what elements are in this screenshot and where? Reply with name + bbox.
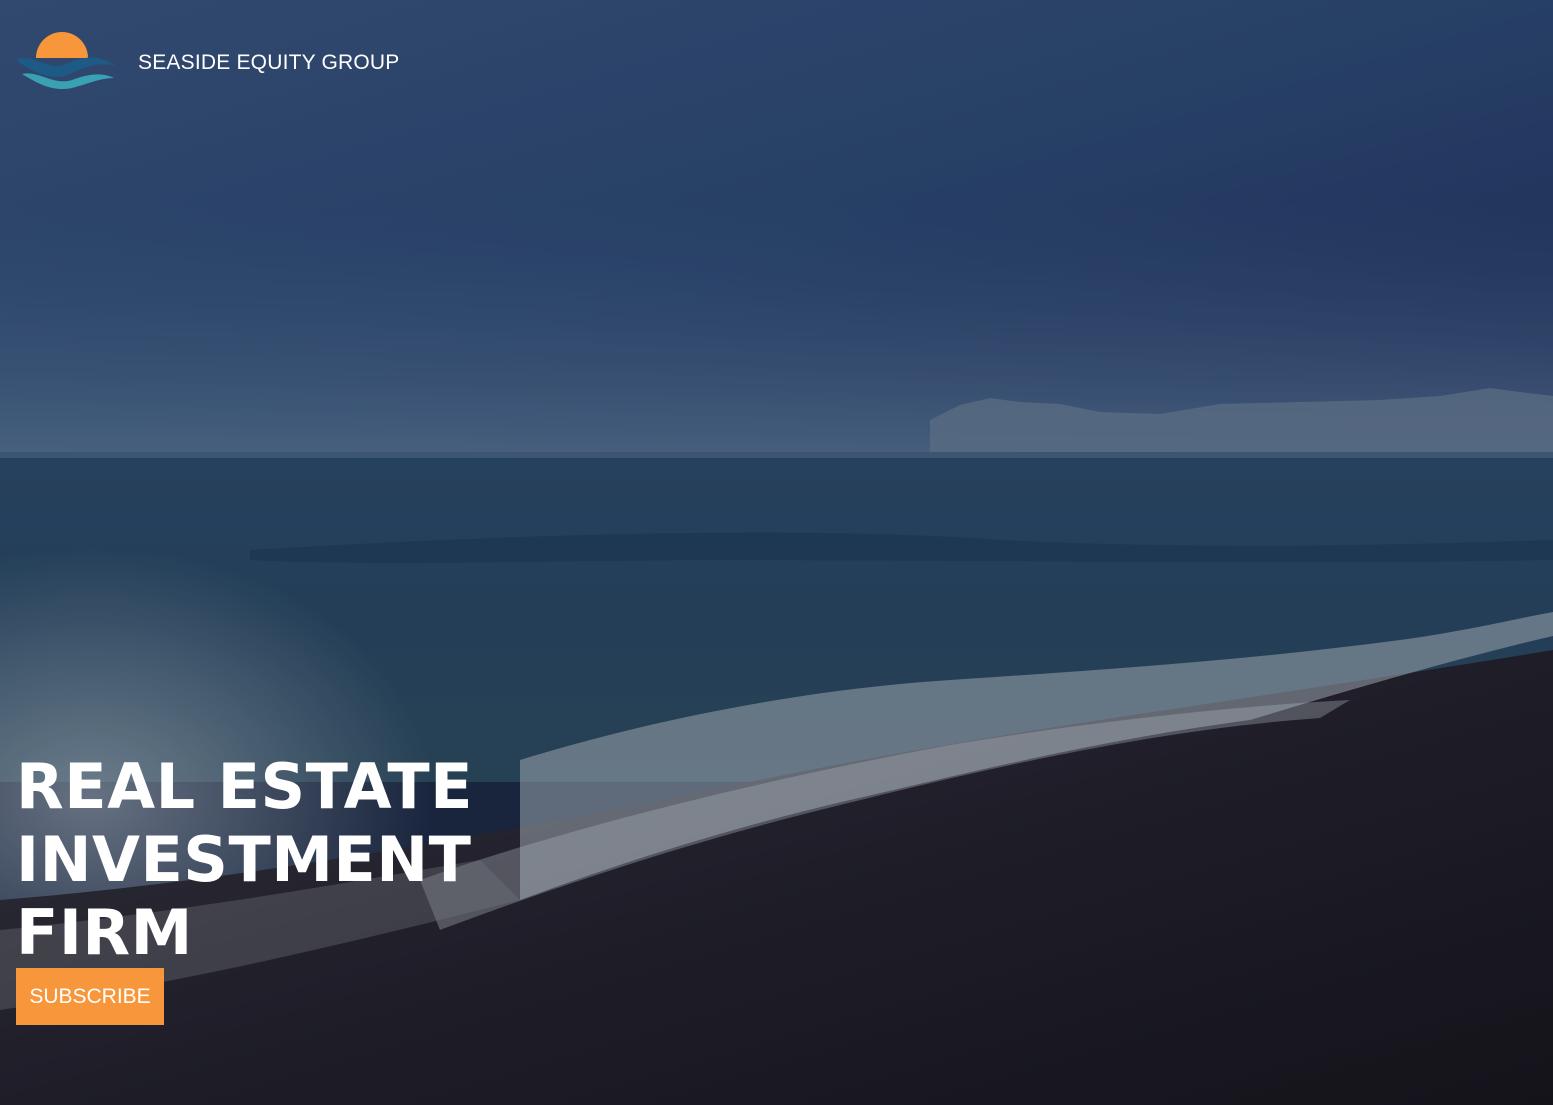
site-header: SEASIDE EQUITY GROUP: [0, 0, 1553, 120]
hero-heading-line: INVESTMENT: [16, 823, 472, 896]
hero-heading: REAL ESTATE INVESTMENT FIRM: [16, 750, 576, 969]
subscribe-button[interactable]: SUBSCRIBE: [16, 968, 164, 1025]
sun-over-waves-logo-icon: [16, 32, 116, 90]
brand-name-link[interactable]: SEASIDE EQUITY GROUP: [138, 51, 400, 75]
logo-link[interactable]: [14, 28, 118, 94]
hero-heading-line: FIRM: [16, 896, 193, 969]
hero-content: REAL ESTATE INVESTMENT FIRM: [16, 750, 576, 969]
hero-heading-line: REAL ESTATE: [16, 750, 473, 823]
